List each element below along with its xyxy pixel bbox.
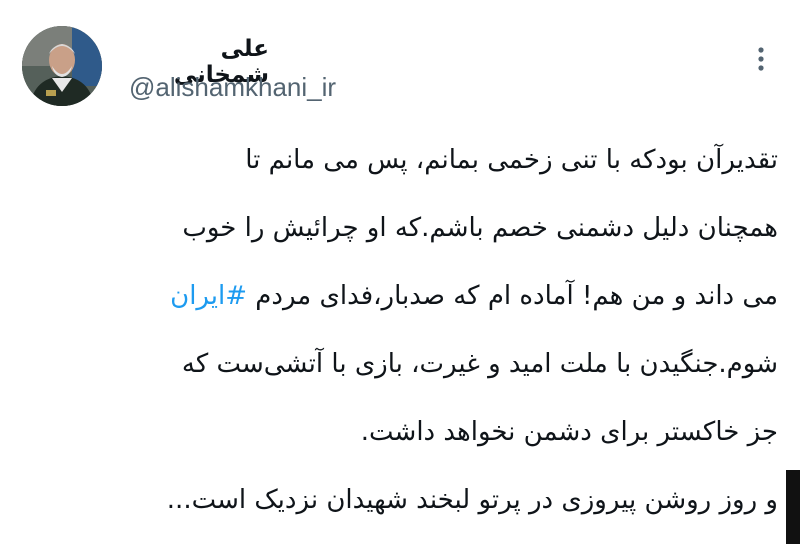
more-options-button[interactable] bbox=[746, 44, 776, 74]
tweet-line: و روز روشن پیروزی در پرتو لبخند شهیدان ن… bbox=[166, 485, 778, 515]
profile-photo-icon bbox=[22, 26, 102, 106]
tweet-text: تقدیرآن بودکه با تنی زخمی بمانم، پس می م… bbox=[8, 126, 778, 534]
tweet-line: همچنان دلیل دشمنی خصم باشم.که او چرائیش … bbox=[182, 213, 778, 243]
tweet-line: شوم.جنگیدن با ملت امید و غیرت، بازی با آ… bbox=[181, 349, 778, 379]
tweet-line-text: می داند و من هم! آماده ام که صدبار،فدای … bbox=[247, 281, 778, 311]
author-handle[interactable]: @alishamkhani_ir bbox=[129, 72, 336, 103]
tweet-line: جز خاکستر برای دشمن نخواهد داشت. bbox=[360, 417, 778, 447]
avatar[interactable] bbox=[22, 26, 102, 106]
tweet-card: علی شمخانی @alishamkhani_ir تقدیرآن بودک… bbox=[0, 0, 800, 544]
hashtag-link[interactable]: #ایران bbox=[170, 281, 247, 311]
tweet-line: می داند و من هم! آماده ام که صدبار،فدای … bbox=[8, 262, 778, 330]
screen-edge bbox=[786, 470, 800, 544]
more-vertical-icon bbox=[758, 47, 764, 71]
tweet-line: تقدیرآن بودکه با تنی زخمی بمانم، پس می م… bbox=[245, 145, 778, 175]
